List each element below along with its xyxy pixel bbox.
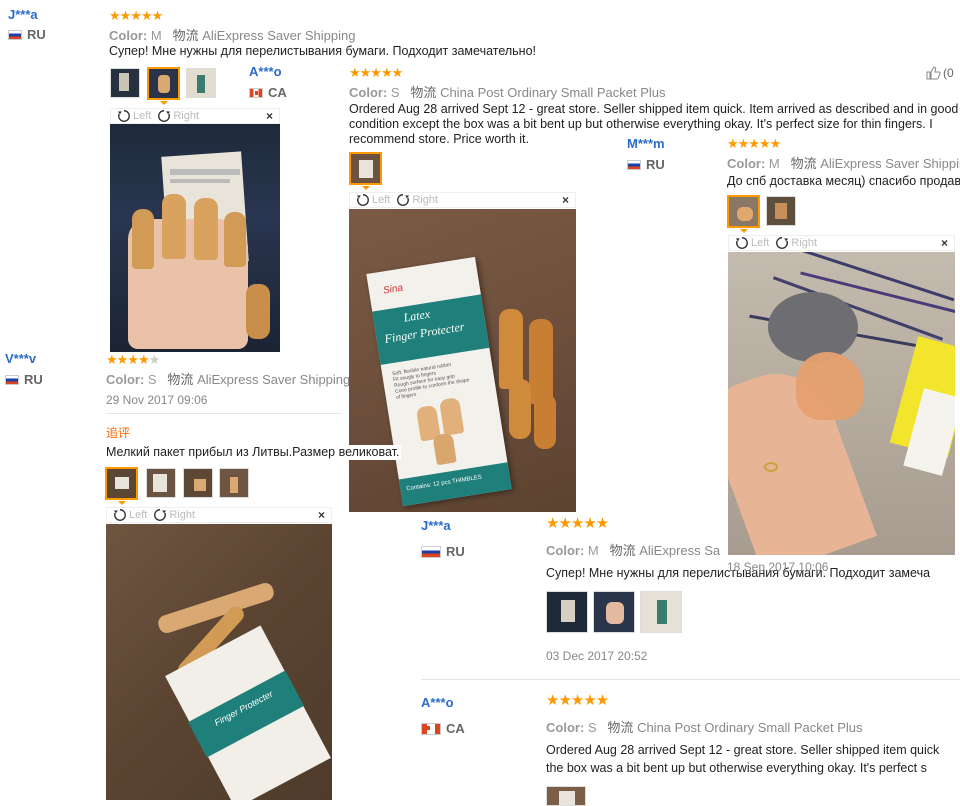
rotate-left-button[interactable]: Left bbox=[117, 109, 151, 123]
rotate-left-icon bbox=[356, 194, 369, 206]
review-thumbnail[interactable] bbox=[110, 68, 140, 98]
image-viewer-toolbar: Left Right × bbox=[349, 192, 576, 208]
review-thumbnail[interactable] bbox=[766, 196, 796, 226]
rotate-left-button[interactable]: Left bbox=[735, 236, 769, 250]
reviewer-name: J***a bbox=[8, 7, 38, 22]
review-thumbnail[interactable] bbox=[593, 591, 635, 633]
review-thumbnail[interactable] bbox=[640, 591, 682, 633]
image-viewer-toolbar: Left Right × bbox=[728, 235, 955, 251]
review-date: 29 Nov 2017 09:06 bbox=[106, 393, 208, 407]
review-thumbnail[interactable] bbox=[219, 468, 249, 498]
rotate-right-button[interactable]: Right bbox=[157, 109, 199, 123]
close-icon[interactable]: × bbox=[266, 109, 273, 123]
rotate-right-icon bbox=[158, 110, 171, 122]
review-photo bbox=[110, 124, 280, 352]
rotate-left-icon bbox=[117, 110, 130, 122]
review-meta: Color: M 物流 AliExpress Saver Shipping bbox=[109, 28, 356, 43]
flag-ru-icon bbox=[5, 374, 19, 385]
review-thumbnail[interactable] bbox=[105, 467, 138, 500]
reviewer-name: J***a bbox=[421, 518, 451, 533]
review-text: Супер! Мне нужны для перелистывания бума… bbox=[109, 44, 537, 58]
review-thumbnail[interactable] bbox=[147, 67, 180, 100]
divider bbox=[421, 679, 960, 680]
reviewer-country: RU bbox=[627, 157, 665, 172]
selected-caret bbox=[362, 186, 370, 190]
rotate-right-icon bbox=[776, 237, 789, 249]
reviewer-country: CA bbox=[421, 721, 465, 736]
review-thumbnail[interactable] bbox=[146, 468, 176, 498]
selected-caret bbox=[118, 501, 126, 505]
review-thumbnail[interactable] bbox=[546, 786, 586, 806]
helpful-button[interactable]: (0 bbox=[925, 65, 954, 81]
image-viewer-toolbar: Left Right × bbox=[106, 507, 332, 523]
thumbs-up-icon bbox=[926, 66, 941, 80]
star-rating: ★★★★★ bbox=[109, 8, 163, 23]
rotate-left-button[interactable]: Left bbox=[113, 508, 147, 522]
close-icon[interactable]: × bbox=[941, 236, 948, 250]
review-meta: Color: S 物流 AliExpress Saver Shipping bbox=[106, 372, 351, 387]
review-meta: Color: M 物流 AliExpress Sa bbox=[546, 543, 721, 558]
reviewer-country: RU bbox=[421, 544, 465, 559]
image-viewer-toolbar: Left Right × bbox=[110, 108, 280, 124]
review-meta: Color: S 物流 China Post Ordinary Small Pa… bbox=[546, 720, 863, 735]
flag-ru-icon bbox=[627, 159, 641, 170]
review-meta: Color: M 物流 AliExpress Saver Shipping bbox=[727, 156, 960, 171]
close-icon[interactable]: × bbox=[318, 508, 325, 522]
rotate-right-icon bbox=[397, 194, 410, 206]
additional-review-tag: 追评 bbox=[106, 426, 131, 440]
rotate-right-icon bbox=[154, 509, 167, 521]
review-text: Ordered Aug 28 arrived Sept 12 - great s… bbox=[546, 743, 940, 757]
rotate-right-button[interactable]: Right bbox=[396, 193, 438, 207]
review-thumbnail[interactable] bbox=[546, 591, 588, 633]
selected-caret bbox=[740, 229, 748, 233]
reviewer-name: M***m bbox=[627, 136, 665, 151]
close-icon[interactable]: × bbox=[562, 193, 569, 207]
reviewer-name: V***v bbox=[5, 351, 37, 366]
reviewer-name: A***o bbox=[421, 695, 454, 710]
reviewer-name: A***o bbox=[249, 64, 282, 79]
review-meta: Color: S 物流 China Post Ordinary Small Pa… bbox=[349, 85, 666, 100]
review-thumbnail[interactable] bbox=[349, 152, 382, 185]
star-rating: ★★★★★ bbox=[727, 136, 781, 151]
review-text: До спб доставка месяц) спасибо продав bbox=[727, 174, 960, 188]
review-text: the box was a bit bent up but otherwise … bbox=[546, 761, 927, 775]
rotate-left-icon bbox=[735, 237, 748, 249]
star-rating: ★★★★★ bbox=[546, 515, 609, 532]
review-thumbnail[interactable] bbox=[727, 195, 760, 228]
star-rating: ★★★★★ bbox=[106, 352, 160, 367]
selected-caret bbox=[160, 101, 168, 105]
rotate-left-button[interactable]: Left bbox=[356, 193, 390, 207]
reviewer-country: RU bbox=[5, 372, 43, 387]
review-photo bbox=[728, 252, 955, 555]
rotate-right-button[interactable]: Right bbox=[775, 236, 817, 250]
star-rating: ★★★★★ bbox=[546, 692, 609, 709]
rotate-right-button[interactable]: Right bbox=[153, 508, 195, 522]
review-photo: Finger Protecter bbox=[106, 524, 332, 800]
flag-ru-icon bbox=[421, 545, 441, 558]
flag-ru-icon bbox=[8, 29, 22, 40]
review-date: 03 Dec 2017 20:52 bbox=[546, 649, 648, 663]
reviewer-country: RU bbox=[8, 27, 46, 42]
flag-ca-icon bbox=[249, 87, 263, 98]
review-thumbnail[interactable] bbox=[183, 468, 213, 498]
review-date: 18 Sep 2017 10:06 bbox=[727, 560, 829, 574]
reviewer-country: CA bbox=[249, 85, 287, 100]
package-brand: Sina bbox=[382, 282, 404, 297]
flag-ca-icon bbox=[421, 722, 441, 735]
divider bbox=[106, 413, 342, 414]
additional-review-text: Мелкий пакет прибыл из Литвы.Размер вели… bbox=[106, 445, 402, 460]
rotate-left-icon bbox=[113, 509, 126, 521]
star-rating: ★★★★★ bbox=[349, 65, 403, 80]
review-thumbnail[interactable] bbox=[186, 68, 216, 98]
review-photo: Sina Latex Finger Protecter Soft, flexib… bbox=[349, 209, 576, 512]
